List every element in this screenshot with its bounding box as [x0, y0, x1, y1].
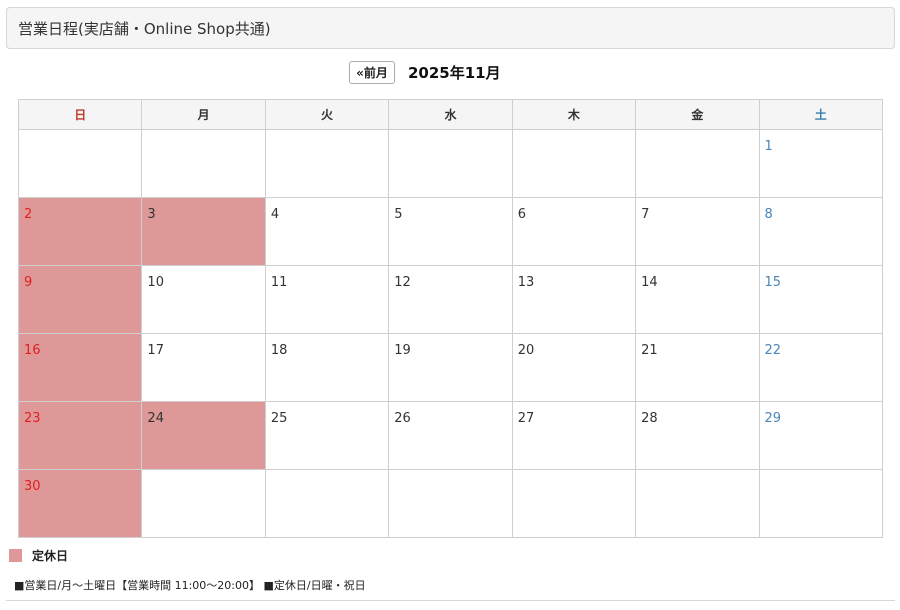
- schedule-title: 営業日程(実店舗・Online Shop共通): [18, 19, 271, 38]
- calendar-day-cell: 12: [388, 265, 513, 334]
- calendar-grid: 日 月 火 水 木 金 土 1 2 3 4 5 6 7 8 9 10 11 12 13 14 15 16 17 1…: [17, 99, 884, 538]
- calendar-empty-cell: [388, 129, 513, 198]
- calendar-day-cell: 20: [511, 333, 637, 402]
- calendar-day-cell: 27: [511, 401, 637, 470]
- legend: 定休日: [9, 547, 68, 563]
- calendar-empty-cell: [635, 129, 760, 198]
- calendar-week-row: 23 24 25 26 27 28 29: [17, 401, 884, 470]
- calendar-day-cell: 21: [635, 333, 760, 402]
- legend-label-closed: 定休日: [32, 548, 69, 563]
- calendar-day-cell: 26: [388, 401, 513, 470]
- weekday-thu: 木: [511, 99, 637, 130]
- month-title: 2025年11月: [408, 64, 501, 82]
- prev-month-button[interactable]: «前月: [349, 61, 395, 84]
- calendar-day-cell: 4: [264, 197, 390, 266]
- calendar-day-cell: 3: [141, 197, 266, 266]
- calendar-day-cell: 6: [511, 197, 637, 266]
- calendar-day-cell: 30: [17, 469, 143, 538]
- weekday-header-row: 日 月 火 水 木 金 土: [17, 99, 884, 130]
- calendar-day-cell: 8: [758, 197, 884, 266]
- calendar-day-cell: 16: [17, 333, 143, 402]
- calendar-day-cell: 10: [141, 265, 266, 334]
- weekday-sun: 日: [17, 99, 143, 130]
- business-hours-note: ■営業日/月～土曜日【営業時間 11:00～20:00】 ■定休日/日曜・祝日: [14, 579, 366, 592]
- calendar-empty-cell: [758, 469, 884, 538]
- calendar-week-row: 16 17 18 19 20 21 22: [17, 333, 884, 402]
- calendar-day-cell: 14: [635, 265, 760, 334]
- calendar-empty-cell: [141, 469, 266, 538]
- calendar-empty-cell: [17, 129, 143, 198]
- calendar-day-cell: 1: [758, 129, 884, 198]
- calendar-empty-cell: [388, 469, 513, 538]
- calendar-day-cell: 15: [758, 265, 884, 334]
- calendar-week-row: 1: [17, 129, 884, 198]
- calendar-empty-cell: [264, 129, 390, 198]
- calendar-day-cell: 23: [17, 401, 143, 470]
- weekday-sat: 土: [758, 99, 884, 130]
- calendar-day-cell: 25: [264, 401, 390, 470]
- calendar-empty-cell: [511, 129, 637, 198]
- calendar-empty-cell: [511, 469, 637, 538]
- weekday-tue: 火: [264, 99, 390, 130]
- calendar-week-row: 2345678: [17, 197, 884, 266]
- calendar-empty-cell: [141, 129, 266, 198]
- calendar-day-cell: 28: [635, 401, 760, 470]
- schedule-header: 営業日程(実店舗・Online Shop共通): [6, 7, 895, 49]
- calendar-empty-cell: [264, 469, 390, 538]
- calendar-day-cell: 19: [388, 333, 513, 402]
- calendar-week-row: 30: [17, 469, 884, 538]
- month-nav: «前月 2025年11月: [0, 61, 900, 85]
- calendar-week-row: 9 10 11 12 13 14 15: [17, 265, 884, 334]
- calendar-day-cell: 29: [758, 401, 884, 470]
- calendar-day-cell: 9: [17, 265, 143, 334]
- calendar-empty-cell: [635, 469, 760, 538]
- calendar-day-cell: 17: [141, 333, 266, 402]
- calendar-day-cell: 11: [264, 265, 390, 334]
- weekday-fri: 金: [635, 99, 760, 130]
- calendar-day-cell: 13: [511, 265, 637, 334]
- calendar-day-cell: 22: [758, 333, 884, 402]
- weekday-mon: 月: [141, 99, 266, 130]
- legend-swatch-closed: [9, 548, 22, 562]
- calendar-day-cell: 7: [635, 197, 760, 266]
- divider: [6, 600, 895, 601]
- calendar-day-cell: 5: [388, 197, 513, 266]
- calendar-day-cell: 24: [141, 401, 266, 470]
- calendar-day-cell: 18: [264, 333, 390, 402]
- calendar-day-cell: 2: [17, 197, 143, 266]
- weekday-wed: 水: [388, 99, 513, 130]
